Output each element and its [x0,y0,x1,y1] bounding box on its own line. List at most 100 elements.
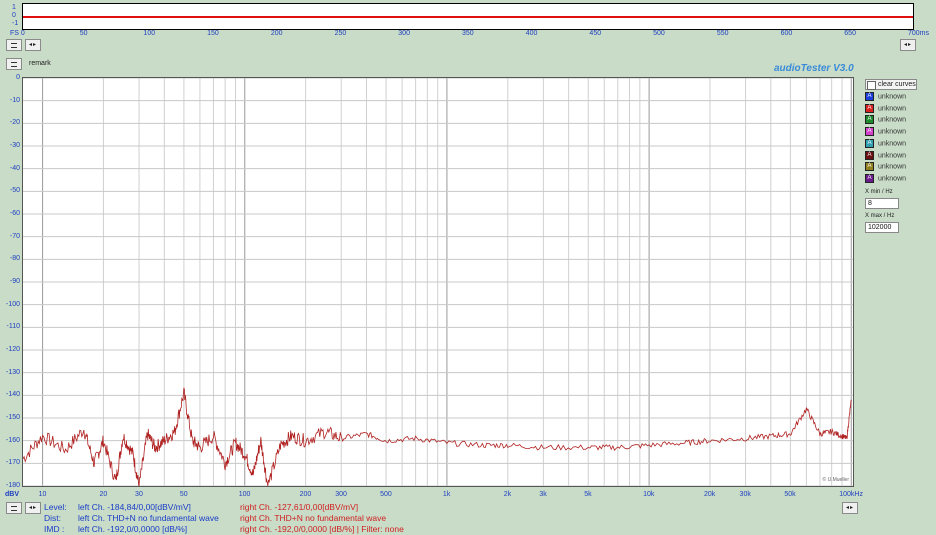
spectrum-series-line [23,387,852,486]
curve-label: unknown [878,151,907,159]
y-tick-label: 0 [16,74,20,81]
scope-x-label: 150 [207,30,219,37]
clear-curves-label: clear curves [878,81,916,88]
x-tick-label: 1k [442,491,451,498]
y-tick-label: -40 [9,164,20,172]
y-tick-label: -20 [9,119,20,127]
x-tick-label: 5k [584,491,592,498]
y-tick-label: -180 [5,482,20,489]
curve-legend-item[interactable]: Aunknown [865,92,906,102]
curve-label: unknown [878,175,907,183]
clear-curves-checkbox[interactable] [867,81,876,90]
scope-x-label: 350 [462,30,474,37]
x-tick-label: 3k [539,491,547,498]
scope-zoom-spinner[interactable] [6,39,22,51]
scope-x-label: 500 [653,30,665,37]
watermark: © U.Mueller [822,477,849,483]
spectrum-scroll-arrows[interactable]: ◂▸ [25,502,41,514]
scope-x-label: FS 0 [10,30,25,37]
xmin-field[interactable]: 8 [865,198,899,209]
scope-x-label: 550 [716,30,729,37]
curve-legend-item[interactable]: Aunknown [865,127,906,137]
app-title: audioTester V3.0 [774,63,854,74]
x-tick-label: 50k [784,491,796,498]
y-tick-label: -100 [5,300,20,308]
scope-x-label: 450 [589,30,602,37]
curve-label: unknown [878,128,907,136]
y-tick-label: -170 [5,459,20,467]
y-tick-label: -150 [5,414,20,421]
scope-y-label: 0 [12,12,16,19]
spectrum-zoom-spinner[interactable] [6,58,22,70]
scope-x-label: 200 [270,30,283,37]
curve-color-swatch[interactable]: A [865,127,874,137]
spectrum-chart-svg [23,78,853,486]
xmin-label: X min / Hz [865,189,893,195]
dbv-unit-label: dBV [5,491,19,498]
x-tick-label: 2k [503,491,512,498]
x-tick-label: 100kHz [839,491,863,498]
y-tick-label: -160 [5,436,20,444]
scope-x-label: 650 [844,30,856,37]
scope-x-label: 400 [525,30,538,37]
oscilloscope-panel [22,3,914,30]
level-right: right Ch. -127,61/0,00[dBV/mV] [240,502,359,512]
curve-color-swatch[interactable]: A [865,138,874,148]
x-tick-label: 30k [739,491,751,498]
scope-x-label: 50 [79,30,88,37]
y-tick-label: -130 [5,368,20,376]
level-left: left Ch. -184,84/0,00[dBV/mV] [78,502,191,512]
x-tick-label: 300 [335,491,347,498]
x-tick-label: 10k [643,491,655,498]
spectrum-plot: © U.Mueller [22,77,854,487]
scope-x-label: 600 [780,30,793,37]
curve-label: unknown [878,116,907,124]
scope-x-label: 100 [143,30,156,37]
curve-color-swatch[interactable]: A [865,150,874,160]
curve-legend-item[interactable]: Aunknown [865,150,907,161]
y-tick-label: -110 [6,323,21,331]
y-tick-label: -10 [9,96,20,104]
x-tick-label: 500 [380,491,392,498]
scope-right-scroll-arrows[interactable]: ◂▸ [900,39,916,51]
scope-y-label: 1 [12,4,16,11]
clear-curves-button[interactable]: clear curves [865,79,917,90]
curve-color-swatch[interactable]: A [865,173,874,183]
y-tick-label: -90 [9,278,20,285]
curve-label: unknown [878,140,907,148]
spectrum-bottom-spinner[interactable] [6,502,22,514]
scope-scroll-arrows[interactable]: ◂▸ [25,39,41,51]
curve-legend-item[interactable]: Aunknown [865,138,907,149]
y-tick-label: -70 [9,232,20,240]
x-tick-label: 100 [238,491,251,498]
spectrum-right-scroll-arrows[interactable]: ◂▸ [842,502,858,514]
curve-color-swatch[interactable]: A [865,115,874,125]
curve-legend-item[interactable]: Aunknown [865,173,907,184]
y-tick-label: -60 [9,210,20,217]
curve-label: unknown [878,93,907,101]
x-tick-label: 20k [703,491,716,498]
y-tick-label: -140 [5,391,20,399]
curve-color-swatch[interactable]: A [865,103,874,113]
scope-y-label: -1 [12,20,19,27]
x-tick-label: 200 [299,491,312,498]
level-label: Level: [44,502,67,512]
scope-x-label: 250 [334,30,347,37]
imd-right: right Ch. -192,0/0,0000 [dB/%] | Filter:… [240,524,404,534]
xmax-field[interactable]: 102000 [865,222,899,233]
xmax-label: X max / Hz [865,213,895,219]
curve-legend-item[interactable]: Aunknown [865,162,906,172]
scope-x-label: 700ms [908,30,930,37]
curve-color-swatch[interactable]: A [865,162,874,172]
dist-label: Dist: [44,513,61,523]
curve-legend-item[interactable]: Aunknown [865,103,907,114]
curve-label: unknown [878,105,907,113]
curve-color-swatch[interactable]: A [865,92,874,101]
x-tick-label: 10 [38,491,47,498]
curve-legend-item[interactable]: Aunknown [865,115,906,125]
remark-label: remark [29,60,51,67]
y-tick-label: -50 [9,187,20,195]
scope-x-label: 300 [398,30,410,37]
curve-label: unknown [878,163,907,171]
imd-label: IMD : [44,524,65,534]
